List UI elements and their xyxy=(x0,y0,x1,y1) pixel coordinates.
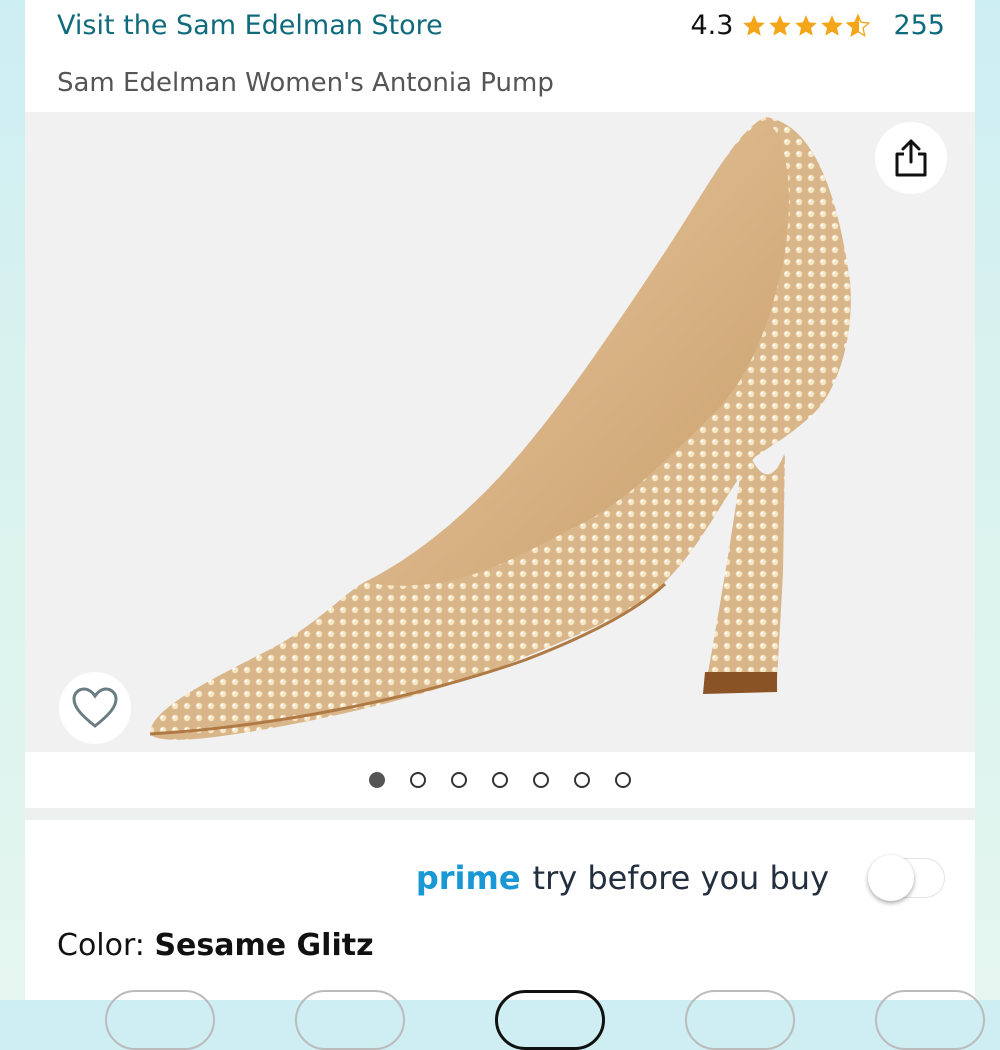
section-divider xyxy=(25,808,975,820)
color-label: Color: xyxy=(57,928,155,963)
visit-store-link[interactable]: Visit the Sam Edelman Store xyxy=(57,10,443,41)
color-selection-label: Color: Sesame Glitz xyxy=(57,928,374,963)
heart-icon xyxy=(72,687,118,728)
image-dot-4[interactable] xyxy=(492,772,508,788)
rating-summary[interactable]: 4.3 255 xyxy=(691,10,946,41)
color-swatch[interactable] xyxy=(105,990,215,1050)
rating-count-link[interactable]: 255 xyxy=(893,10,945,41)
image-dot-6[interactable] xyxy=(574,772,590,788)
product-title: Sam Edelman Women's Antonia Pump xyxy=(57,68,554,98)
color-swatch-selected[interactable] xyxy=(495,990,605,1050)
toggle-knob[interactable] xyxy=(868,855,914,901)
star-icon xyxy=(821,14,844,36)
color-swatch[interactable] xyxy=(685,990,795,1050)
half-star-icon xyxy=(846,13,871,37)
gold-rhinestone-pump-image[interactable] xyxy=(25,112,975,752)
share-icon xyxy=(895,139,927,177)
prime-try-label: try before you buy xyxy=(532,859,829,897)
product-image-gallery[interactable] xyxy=(25,112,975,752)
image-dot-5[interactable] xyxy=(533,772,549,788)
image-dot-7[interactable] xyxy=(615,772,631,788)
color-swatches[interactable] xyxy=(25,990,985,1050)
product-page: Visit the Sam Edelman Store 4.3 255 Sam … xyxy=(25,0,985,1050)
image-pagination-dots[interactable] xyxy=(25,752,975,808)
star-icon xyxy=(769,14,792,36)
color-value: Sesame Glitz xyxy=(154,928,374,963)
star-icon xyxy=(743,14,766,36)
star-icon xyxy=(795,14,818,36)
prime-logo: prime xyxy=(415,859,521,897)
rating-value: 4.3 xyxy=(690,10,734,41)
share-button[interactable] xyxy=(875,122,947,194)
prime-try-before-you-buy: prime try before you buy xyxy=(415,855,945,901)
color-swatch[interactable] xyxy=(295,990,405,1050)
image-dot-3[interactable] xyxy=(451,772,467,788)
image-dot-2[interactable] xyxy=(410,772,426,788)
star-rating xyxy=(741,13,871,39)
try-before-you-buy-toggle[interactable] xyxy=(868,855,945,901)
image-dot-1[interactable] xyxy=(369,772,385,788)
add-to-wishlist-button[interactable] xyxy=(59,672,131,744)
color-swatch[interactable] xyxy=(875,990,985,1050)
